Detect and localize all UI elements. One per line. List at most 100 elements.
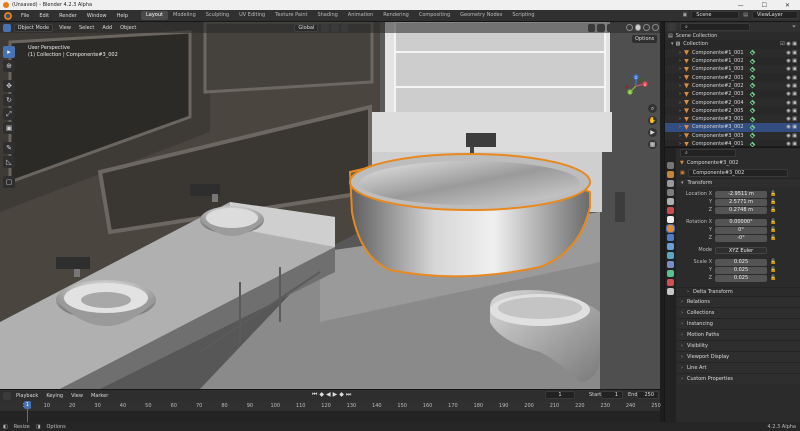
scene-selector[interactable]: Scene — [691, 11, 740, 19]
expand-arrow-icon[interactable]: › — [679, 124, 681, 130]
object-tab-icon[interactable] — [666, 224, 675, 233]
material-shading-icon[interactable] — [643, 24, 651, 31]
outliner-item[interactable]: › Componente#3_001 ◉ ▣ — [665, 114, 800, 124]
expand-arrow-icon[interactable]: › — [679, 75, 681, 81]
add-menu[interactable]: Add — [98, 25, 116, 31]
blender-menu-icon[interactable] — [4, 11, 12, 20]
item-visibility-icons[interactable]: ◉ ▣ — [786, 75, 797, 81]
scale-x-field[interactable]: 0.025 — [715, 258, 767, 266]
menu-render[interactable]: Render — [54, 13, 82, 19]
physics-tab-icon[interactable] — [667, 252, 674, 259]
perspective-toggle-icon[interactable]: ▦ — [648, 140, 657, 149]
marker-menu[interactable]: Marker — [87, 393, 112, 399]
lock-icon[interactable]: 🔓 — [770, 191, 776, 197]
panel-collapse-arrow-icon[interactable]: › — [681, 365, 683, 371]
timeline-editor-type-icon[interactable] — [3, 391, 11, 400]
properties-search-input[interactable]: ⌕ — [680, 149, 736, 157]
collection-visibility-icons[interactable]: ☑ ◉ ▣ — [780, 41, 797, 47]
wireframe-shading-icon[interactable] — [625, 24, 633, 31]
measure-tool-icon[interactable]: ◺ — [3, 156, 15, 168]
item-visibility-icons[interactable]: ◉ ▣ — [786, 116, 797, 122]
output-tab-icon[interactable] — [667, 180, 674, 187]
playhead[interactable]: 1 — [24, 401, 31, 409]
menu-help[interactable]: Help — [112, 13, 133, 19]
rotation-mode-dropdown[interactable]: XYZ Euler — [715, 246, 767, 254]
close-button[interactable]: ✕ — [785, 2, 790, 9]
overlay-toggle-icon[interactable] — [606, 23, 615, 32]
zoom-icon[interactable]: ⌕ — [648, 104, 657, 113]
panel-collapse-arrow-icon[interactable]: › — [681, 310, 683, 316]
end-frame-field[interactable]: 250 — [637, 391, 659, 399]
options-dropdown[interactable]: Options — [632, 35, 658, 43]
tab-shading[interactable]: Shading — [312, 11, 342, 20]
item-visibility-icons[interactable]: ◉ ▣ — [786, 83, 797, 89]
camera-view-icon[interactable]: ▶ — [648, 128, 657, 137]
next-key-icon[interactable]: ◆ — [339, 391, 344, 399]
rotation-z-field[interactable]: -0° — [715, 234, 767, 242]
expand-arrow-icon[interactable]: › — [679, 58, 681, 64]
object-name-field[interactable]: Componente#3_002 — [687, 169, 788, 177]
view-menu[interactable]: View — [55, 25, 75, 31]
delta-transform-header[interactable]: › Delta Transform — [677, 287, 800, 296]
panel-viewport-display[interactable]: › Viewport Display — [677, 351, 800, 362]
outliner-item[interactable]: › Componente#2_004 ◉ ▣ — [665, 98, 800, 107]
jump-start-icon[interactable]: ⏮ — [312, 391, 317, 399]
snap-icon[interactable] — [330, 23, 339, 32]
annotate-tool-icon[interactable]: ✎ — [3, 142, 15, 154]
collection-tab-icon[interactable] — [667, 216, 674, 223]
modifier-tab-icon[interactable] — [667, 234, 674, 241]
item-visibility-icons[interactable]: ◉ ▣ — [786, 108, 797, 114]
lock-icon[interactable]: 🔓 — [770, 207, 776, 213]
outliner-item[interactable]: › Componente#3_002 ◉ ▣ — [665, 123, 800, 132]
item-visibility-icons[interactable]: ◉ ▣ — [786, 100, 797, 106]
move-tool-icon[interactable]: ✥ — [3, 80, 15, 92]
lock-icon[interactable]: 🔓 — [770, 227, 776, 233]
lock-icon[interactable]: 🔓 — [770, 259, 776, 265]
keying-menu[interactable]: Keying — [42, 393, 67, 399]
transform-tool-icon[interactable]: ▣ — [3, 122, 15, 134]
tool-tab-icon[interactable] — [667, 162, 674, 169]
location-x-field[interactable]: -2.9511 m — [715, 190, 767, 198]
location-y-field[interactable]: 2.5771 m — [715, 198, 767, 206]
expand-arrow-icon[interactable]: › — [679, 108, 681, 114]
play-reverse-icon[interactable]: ◀ — [326, 391, 331, 399]
lock-icon[interactable]: 🔓 — [770, 275, 776, 281]
panel-custom-properties[interactable]: › Custom Properties — [677, 373, 800, 384]
rendered-shading-icon[interactable] — [652, 24, 659, 31]
panel-collapse-arrow-icon[interactable]: › — [681, 332, 683, 338]
panel-collapse-arrow-icon[interactable]: › — [681, 376, 683, 382]
outliner-item[interactable]: › Componente#2_005 ◉ ▣ — [665, 107, 800, 115]
outliner-item[interactable]: › Componente#1_003 ◉ ▣ — [665, 65, 800, 74]
item-visibility-icons[interactable]: ◉ ▣ — [786, 50, 797, 56]
solid-shading-icon[interactable] — [634, 24, 642, 31]
minimize-button[interactable]: — — [738, 2, 744, 9]
timeline-ruler[interactable]: 1102030405060708090100110120130140150160… — [0, 401, 661, 411]
playback-menu[interactable]: Playback — [12, 393, 42, 399]
scale-y-field[interactable]: 0.025 — [715, 266, 767, 274]
lock-icon[interactable]: 🔓 — [770, 267, 776, 273]
transform-panel-header[interactable]: ▾ Transform — [677, 178, 800, 187]
tab-animation[interactable]: Animation — [343, 11, 379, 20]
start-frame-field[interactable]: 1 — [601, 391, 623, 399]
view-layer-tab-icon[interactable] — [667, 189, 674, 196]
outliner-item[interactable]: › Componente#3_003 ◉ ▣ — [665, 131, 800, 140]
outliner-scene-collection[interactable]: ▤ Scene Collection — [665, 32, 800, 41]
outliner-item[interactable]: › Componente#2_002 ◉ ▣ — [665, 81, 800, 91]
material-tab-icon[interactable] — [667, 279, 674, 286]
panel-instancing[interactable]: › Instancing — [677, 318, 800, 329]
panel-line-art[interactable]: › Line Art — [677, 362, 800, 373]
view-layer-selector[interactable]: ViewLayer — [752, 11, 798, 19]
item-visibility-icons[interactable]: ◉ ▣ — [786, 124, 797, 130]
expand-arrow-icon[interactable]: › — [679, 91, 681, 97]
panel-motion-paths[interactable]: › Motion Paths — [677, 329, 800, 340]
panel-collapse-arrow-icon[interactable]: › — [681, 321, 683, 327]
add-cube-tool-icon[interactable]: ▢ — [3, 176, 15, 188]
prev-key-icon[interactable]: ◆ — [319, 391, 324, 399]
outliner-type-icon[interactable] — [668, 23, 676, 31]
lock-icon[interactable]: 🔓 — [770, 219, 776, 225]
panel-relations[interactable]: › Relations — [677, 296, 800, 307]
panel-collapse-arrow-icon[interactable]: › — [681, 354, 683, 360]
texture-tab-icon[interactable] — [667, 288, 674, 295]
expand-arrow-icon[interactable]: ▾ — [671, 41, 674, 47]
tab-geometry-nodes[interactable]: Geometry Nodes — [455, 11, 507, 20]
